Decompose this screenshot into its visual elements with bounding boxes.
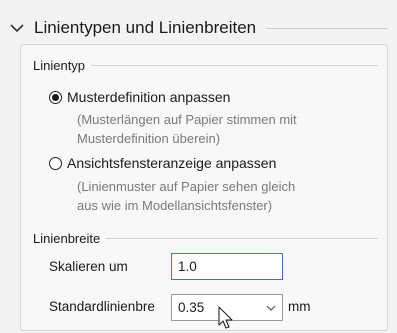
chevron-down-icon[interactable]: [8, 19, 26, 37]
radio-musterdefinition[interactable]: Musterdefinition anpassen: [49, 89, 230, 105]
lineweight-group-title: Linienbreite: [33, 231, 101, 246]
musterdefinition-hint-line2: Musterdefinition überein): [77, 131, 221, 146]
musterdefinition-hint: (Musterlängen auf Papier stimmen mit Mus…: [77, 110, 297, 148]
lineweight-group-label: Linienbreite: [33, 231, 378, 246]
radio-dot: [52, 93, 59, 101]
radio-ansichtsfenster-label: Ansichtsfensteranzeige anpassen: [67, 155, 277, 171]
ansichtsfenster-hint: (Linienmuster auf Papier sehen gleich au…: [77, 177, 295, 215]
section-header[interactable]: Linientypen und Linienbreiten: [8, 14, 388, 42]
radio-button-selected[interactable]: [49, 90, 62, 104]
ansichtsfenster-hint-line1: (Linienmuster auf Papier sehen gleich: [77, 179, 296, 194]
musterdefinition-hint-line1: (Musterlängen auf Papier stimmen mit: [77, 112, 297, 127]
default-lineweight-label: Standardlinienbre: [49, 299, 155, 314]
section-title: Linientypen und Linienbreiten: [34, 18, 257, 37]
section-divider: [266, 27, 388, 29]
radio-musterdefinition-label: Musterdefinition anpassen: [67, 89, 231, 105]
linetype-group-divider: [91, 65, 378, 66]
default-lineweight-value: 0.35: [178, 300, 205, 315]
linetype-group-label: Linientyp: [33, 58, 378, 73]
chevron-down-icon[interactable]: [266, 303, 276, 313]
scale-label: Skalieren um: [49, 259, 128, 274]
lineweight-group-divider: [106, 238, 378, 239]
unit-label: mm: [288, 299, 311, 314]
scale-input[interactable]: 1.0: [171, 253, 283, 280]
ansichtsfenster-hint-line2: aus wie im Modellansichtsfenster): [77, 198, 273, 213]
scale-input-value: 1.0: [178, 259, 197, 274]
radio-button-unselected[interactable]: [49, 156, 62, 170]
linetype-group-title: Linientyp: [33, 58, 86, 73]
radio-ansichtsfenster[interactable]: Ansichtsfensteranzeige anpassen: [49, 155, 276, 171]
mouse-pointer-icon: [218, 306, 233, 329]
linetypes-panel: Linientypen und Linienbreiten Linientyp …: [0, 0, 397, 333]
